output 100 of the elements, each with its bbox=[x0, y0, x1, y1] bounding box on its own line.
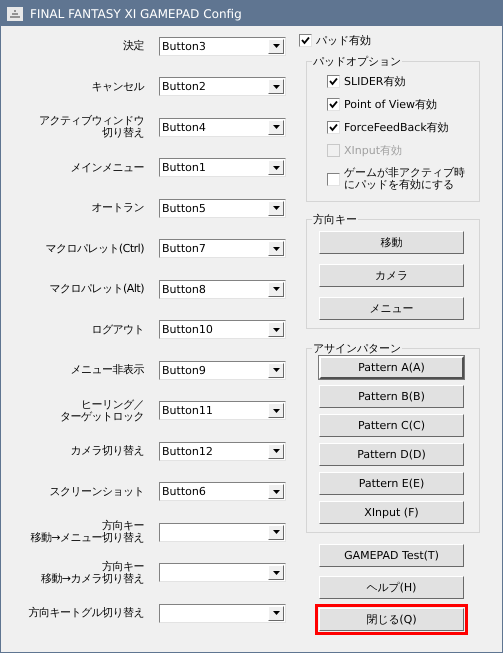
dropdown-button[interactable] bbox=[268, 200, 284, 216]
dropdown-button[interactable] bbox=[268, 160, 284, 176]
dropdown[interactable]: Button9 bbox=[159, 360, 286, 380]
dropdown-value: Button2 bbox=[161, 80, 207, 94]
caret-icon bbox=[272, 530, 280, 534]
dropdown[interactable]: Button2 bbox=[159, 77, 286, 96]
field-label: オートラン bbox=[92, 202, 144, 214]
dropdown-value: Button11 bbox=[161, 404, 214, 418]
dropdown-button[interactable] bbox=[268, 38, 284, 54]
dropdown[interactable]: Button11 bbox=[159, 401, 286, 420]
field-label: 決定 bbox=[123, 40, 144, 52]
group-title: アサインパターン bbox=[312, 341, 402, 356]
dropdown-value: Button5 bbox=[161, 202, 207, 215]
dropdown[interactable]: Button5 bbox=[159, 198, 286, 218]
field-label: カメラ切り替え bbox=[70, 445, 144, 458]
dropdown[interactable] bbox=[159, 522, 286, 542]
field-label: ターゲットロック bbox=[60, 410, 144, 423]
app-icon bbox=[7, 6, 23, 20]
caret-icon bbox=[272, 287, 280, 292]
checkbox[interactable] bbox=[327, 98, 340, 111]
action-button[interactable]: GAMEPAD Test(T) bbox=[319, 544, 464, 567]
dropdown[interactable]: Button3 bbox=[159, 36, 286, 56]
dropdown-button[interactable] bbox=[268, 362, 284, 378]
dropdown-button[interactable] bbox=[268, 322, 284, 338]
pattern-button[interactable]: Pattern C(C) bbox=[319, 414, 464, 437]
action-button[interactable]: ヘルプ(H) bbox=[319, 576, 464, 599]
field-label: キャンセル bbox=[92, 80, 144, 93]
direction-button[interactable]: 移動 bbox=[319, 231, 464, 254]
dropdown[interactable]: Button8 bbox=[159, 280, 286, 299]
pattern-button[interactable]: Pattern D(D) bbox=[319, 443, 464, 466]
dropdown-button[interactable] bbox=[268, 79, 284, 94]
dropdown[interactable]: Button4 bbox=[159, 118, 286, 137]
field-label: 方向キートグル切り替え bbox=[28, 607, 144, 620]
direction-button[interactable]: カメラ bbox=[319, 264, 464, 287]
dropdown[interactable]: Button10 bbox=[159, 320, 286, 340]
caret-icon bbox=[272, 570, 280, 575]
dropdown-button[interactable] bbox=[268, 524, 284, 540]
caret-icon bbox=[272, 44, 280, 48]
checkbox[interactable] bbox=[327, 172, 340, 186]
dropdown-button[interactable] bbox=[268, 120, 284, 135]
field-label: ヒーリング／ bbox=[81, 398, 144, 411]
dropdown-value: Button10 bbox=[161, 323, 214, 336]
dropdown[interactable]: Button12 bbox=[159, 442, 286, 461]
dropdown-button[interactable] bbox=[268, 241, 284, 256]
checkbox-label: XInput有効 bbox=[344, 144, 402, 156]
checkbox-label: パッド有効 bbox=[316, 34, 371, 46]
field-label: ログアウト bbox=[92, 324, 144, 336]
checkbox[interactable] bbox=[299, 34, 312, 47]
dropdown-button[interactable] bbox=[268, 484, 284, 500]
field-label: 方向キー bbox=[102, 520, 144, 532]
field-label: 切り替え bbox=[102, 127, 144, 140]
pattern-button[interactable]: Pattern E(E) bbox=[319, 472, 464, 495]
checkbox[interactable] bbox=[327, 75, 340, 88]
dropdown[interactable]: Button1 bbox=[159, 158, 286, 178]
caret-icon bbox=[272, 449, 280, 454]
dropdown-value: Button4 bbox=[161, 120, 207, 134]
field-label: スクリーンショット bbox=[50, 486, 144, 498]
field-label: 移動→カメラ切り替え bbox=[40, 572, 144, 585]
direction-button[interactable]: メニュー bbox=[319, 297, 464, 320]
dropdown-value: Button1 bbox=[161, 161, 207, 174]
window-title: FINAL FANTASY XI GAMEPAD Config bbox=[30, 6, 242, 20]
dropdown[interactable]: Button7 bbox=[159, 239, 286, 258]
dropdown-button[interactable] bbox=[268, 282, 284, 297]
field-label: アクティブウィンドウ bbox=[39, 115, 144, 128]
field-label: マクロパレット(Alt) bbox=[50, 283, 144, 296]
field-label: 移動→メニュー切り替え bbox=[30, 532, 144, 544]
checkbox-label: ゲームが非アクティブ時 bbox=[344, 167, 465, 179]
dropdown-button[interactable] bbox=[268, 606, 284, 621]
dropdown-button[interactable] bbox=[268, 444, 284, 459]
caret-icon bbox=[272, 328, 280, 332]
checkbox-label: Point of View有効 bbox=[344, 98, 438, 110]
checkbox[interactable] bbox=[327, 121, 340, 134]
dropdown[interactable] bbox=[159, 604, 286, 623]
pattern-button[interactable]: XInput (F) bbox=[319, 501, 464, 524]
dropdown[interactable] bbox=[159, 563, 286, 582]
caret-icon bbox=[272, 84, 280, 89]
dropdown-button[interactable] bbox=[268, 565, 284, 580]
field-label: メニュー非表示 bbox=[70, 364, 144, 376]
checkbox-label: にパッドを有効にする bbox=[344, 179, 455, 191]
pattern-button[interactable]: Pattern A(A) bbox=[319, 356, 464, 379]
pattern-button[interactable]: Pattern B(B) bbox=[319, 385, 464, 408]
field-label: メインメニュー bbox=[70, 162, 144, 174]
caret-icon bbox=[272, 206, 280, 210]
caret-icon bbox=[272, 166, 280, 170]
caret-icon bbox=[272, 490, 280, 494]
dropdown-button[interactable] bbox=[268, 403, 284, 418]
action-button[interactable]: 閉じる(Q) bbox=[319, 608, 464, 631]
field-label: マクロパレット(Ctrl) bbox=[45, 242, 144, 255]
group-title: 方向キー bbox=[312, 212, 358, 227]
dropdown-value: Button3 bbox=[161, 40, 207, 53]
caret-icon bbox=[272, 611, 280, 616]
caret-icon bbox=[272, 368, 280, 372]
checkbox-label: ForceFeedBack有効 bbox=[344, 122, 449, 134]
caret-icon bbox=[272, 125, 280, 130]
dropdown-value: Button7 bbox=[161, 242, 207, 256]
dropdown-value: Button8 bbox=[161, 282, 207, 296]
caret-icon bbox=[272, 246, 280, 251]
dropdown[interactable]: Button6 bbox=[159, 482, 286, 502]
dropdown-value: Button6 bbox=[161, 485, 207, 498]
dropdown-value: Button12 bbox=[161, 444, 214, 458]
